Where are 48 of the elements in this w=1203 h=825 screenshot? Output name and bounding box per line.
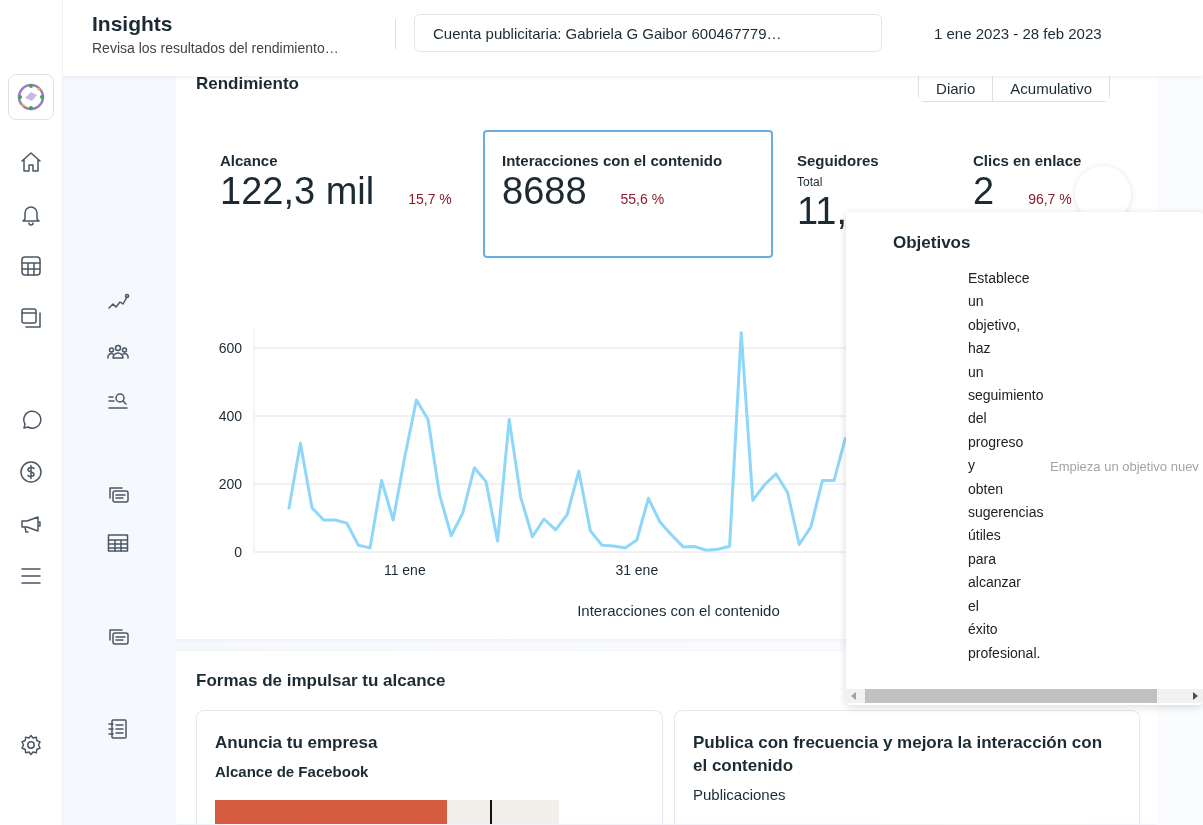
table-icon[interactable] (106, 531, 130, 555)
page-subtitle: Revisa los resultados del rendimiento… (92, 40, 340, 56)
dollar-icon[interactable] (19, 460, 43, 484)
x-tick-label: 11 ene (383, 562, 426, 578)
metric-label: Interacciones con el contenido (502, 152, 724, 169)
metric-value: 8688 (502, 169, 587, 213)
home-icon[interactable] (19, 150, 43, 174)
y-tick-label: 0 (234, 544, 242, 560)
y-tick-label: 400 (218, 408, 242, 424)
date-range-button[interactable]: 1 ene 2023 - 28 feb 2023 (924, 24, 1112, 42)
view-toggle-button[interactable]: Diario (919, 76, 993, 101)
settings-icon[interactable] (19, 733, 43, 757)
metric-change: 15,7 % (408, 191, 452, 207)
scrollbar-thumb[interactable] (865, 689, 1157, 703)
y-tick-label: 600 (218, 340, 242, 356)
card-title: Anuncia tu empresa (215, 732, 379, 754)
section-title: Formas de impulsar tu alcance (196, 671, 447, 691)
metric-label: Alcance (220, 152, 279, 169)
metric-value: 11, (797, 189, 847, 233)
metric-change: 55,6 % (620, 191, 665, 207)
metric-label: Seguidores (797, 152, 880, 169)
metric-sublabel: Total (797, 175, 824, 189)
x-tick-label: 31 ene (615, 562, 659, 578)
popup-title: Objetivos (893, 233, 972, 253)
metric-value: 122,3 mil (220, 169, 375, 213)
card-subtitle: Alcance de Facebook (215, 763, 370, 780)
axis-title: Interacciones con el contenido (577, 602, 780, 619)
metric-value: 2 (973, 169, 995, 213)
calendar-icon[interactable] (19, 254, 43, 278)
card-title: Publica con frecuencia y mejora la interacción con el contenido (693, 732, 1104, 777)
section-title: Rendimiento (196, 76, 299, 94)
metric-label: Clics en enlace (973, 152, 1083, 169)
metric-tile[interactable]: Alcance 122,3 mil 15,7 % (196, 130, 483, 258)
page-title: Insights (92, 12, 174, 36)
y-tick-label: 200 (218, 476, 242, 492)
view-toggle-button[interactable]: Acumulativo (992, 76, 1109, 101)
popup-text: Establece un objetivo, haz un seguimiento del progreso y obten sugerencias útiles para alcanzar el éxito profesional. (968, 269, 1044, 663)
metric-change: 96,7 % (1028, 191, 1072, 207)
windows-icon[interactable] (19, 306, 43, 330)
target-marker (490, 800, 493, 824)
notebook-icon[interactable] (106, 717, 130, 741)
card-subtitle: Publicaciones (693, 786, 787, 803)
horizontal-scrollbar[interactable] (846, 689, 1203, 703)
goal-input-field[interactable]: Empieza un objetivo nuev (1048, 454, 1203, 478)
metric-tile[interactable]: Interacciones con el contenido 8688 55,6 % (483, 130, 773, 258)
page-logo[interactable] (8, 74, 54, 120)
scroll-right-icon[interactable] (1193, 692, 1198, 700)
account-selector[interactable]: Cuenta publicitaria: Gabriela G Gaibor 600467779… (414, 14, 882, 52)
